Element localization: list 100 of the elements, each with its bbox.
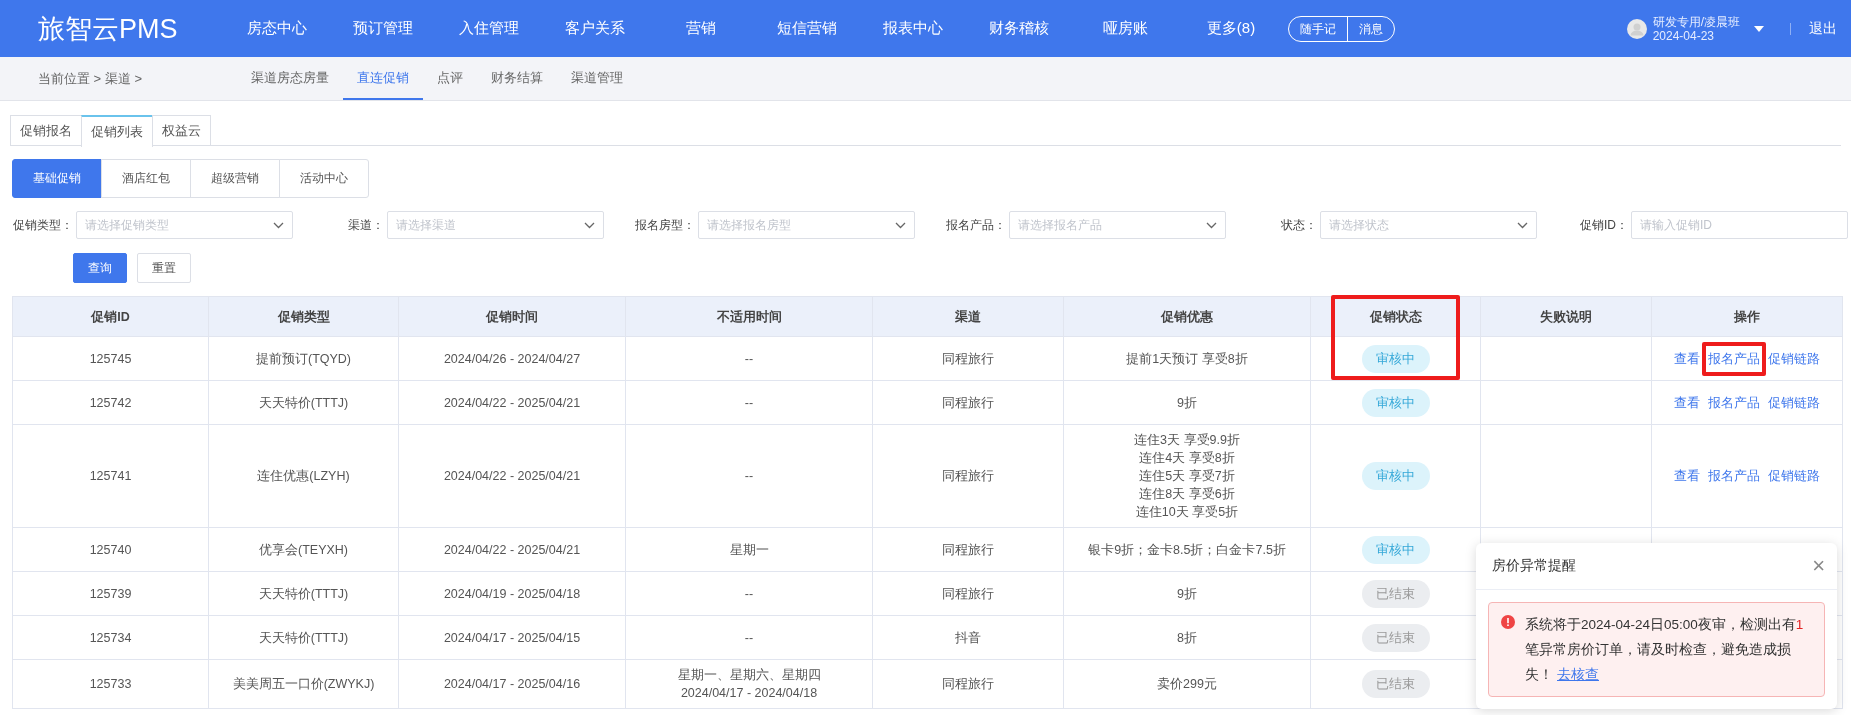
logout-link[interactable]: 退出 bbox=[1809, 19, 1837, 38]
chevron-down-icon[interactable] bbox=[1517, 221, 1528, 229]
action-link[interactable]: 查看 bbox=[1674, 349, 1700, 368]
user-date: 2024-04-23 bbox=[1652, 28, 1716, 43]
nav-item[interactable]: 预订管理 bbox=[330, 19, 436, 38]
table-cell: 美美周五一口价(ZWYKJ) bbox=[232, 677, 375, 691]
action-link[interactable]: 查看 bbox=[1674, 393, 1700, 412]
column-header: 促销ID bbox=[12, 296, 209, 337]
chevron-down-icon[interactable] bbox=[1206, 221, 1217, 229]
table-cell: 8折 bbox=[1177, 630, 1197, 645]
table-cell: 连住优惠(LZYH) bbox=[257, 469, 350, 483]
action-link[interactable]: 报名产品 bbox=[1708, 393, 1760, 412]
segment-tab[interactable]: 酒店红包 bbox=[101, 159, 191, 198]
nav-item[interactable]: 报表中心 bbox=[860, 19, 966, 38]
pill-button[interactable]: 消息 bbox=[1347, 16, 1394, 41]
nav-item[interactable]: 短信营销 bbox=[754, 19, 860, 38]
filter-label: 促销ID： bbox=[1580, 216, 1628, 234]
search-button[interactable]: 查询 bbox=[73, 253, 127, 283]
table-cell: 连住4天 享受8折 bbox=[1139, 451, 1235, 465]
alert-message: 系统将于2024-04-24日05:00夜审，检测出有1 笔异常房价订单，请及时检查，避免造成损失！ 去核查 bbox=[1525, 616, 1805, 684]
segment-tab[interactable]: 基础促销 bbox=[12, 159, 102, 198]
chevron-down-icon[interactable] bbox=[584, 221, 595, 229]
check-link[interactable]: 去核查 bbox=[1557, 667, 1599, 682]
table-cell: 125739 bbox=[89, 586, 132, 601]
table-cell: 2024/04/17 - 2024/04/18 bbox=[680, 686, 818, 700]
pill-button[interactable]: 随手记 bbox=[1289, 16, 1347, 41]
table-cell: 星期一 bbox=[729, 542, 769, 557]
column-header: 促销类型 bbox=[208, 296, 399, 337]
close-button[interactable]: × bbox=[1812, 555, 1825, 577]
chevron-down-icon[interactable] bbox=[273, 221, 284, 229]
action-link[interactable]: 报名产品 bbox=[1702, 341, 1766, 376]
filter-label: 报名房型： bbox=[635, 216, 695, 234]
chevron-down-icon[interactable] bbox=[895, 221, 906, 229]
table-cell: 连住8天 享受6折 bbox=[1139, 487, 1235, 501]
nav-item[interactable]: 财务稽核 bbox=[966, 19, 1072, 38]
filter-label: 促销类型： bbox=[13, 216, 73, 234]
filter-label: 状态： bbox=[1281, 216, 1317, 234]
table-cell: 提前预订(TQYD) bbox=[255, 351, 352, 366]
avatar-icon[interactable] bbox=[1626, 18, 1647, 39]
nav-item[interactable]: 哑房账 bbox=[1072, 19, 1178, 38]
table-cell: 同程旅行 bbox=[942, 677, 994, 691]
segment-tab[interactable]: 活动中心 bbox=[279, 159, 369, 198]
table-cell: 125742 bbox=[89, 395, 132, 410]
channel-tab[interactable]: 财务结算 bbox=[477, 57, 557, 100]
status-badge: 已结束 bbox=[1361, 579, 1430, 608]
table-cell: 抖音 bbox=[955, 630, 981, 645]
reset-button[interactable]: 重置 bbox=[137, 253, 191, 283]
page-tab[interactable]: 促销报名 bbox=[10, 115, 82, 145]
nav-item[interactable]: 入住管理 bbox=[436, 19, 542, 38]
filter-label: 报名产品： bbox=[946, 216, 1006, 234]
table-cell: -- bbox=[744, 469, 754, 483]
page-tab[interactable]: 促销列表 bbox=[81, 115, 153, 147]
caret-icon[interactable] bbox=[1754, 25, 1764, 32]
action-link[interactable]: 促销链路 bbox=[1768, 467, 1820, 485]
action-link[interactable]: 促销链路 bbox=[1768, 393, 1820, 412]
table-cell: 125740 bbox=[89, 542, 132, 557]
table-cell: 9折 bbox=[1177, 395, 1197, 410]
action-link[interactable]: 报名产品 bbox=[1708, 467, 1760, 485]
table-cell: 优享会(TEYXH) bbox=[259, 542, 348, 557]
nav-item[interactable]: 营销 bbox=[648, 19, 754, 38]
table-cell: 2024/04/19 - 2025/04/18 bbox=[443, 586, 581, 601]
table-cell: 同程旅行 bbox=[942, 586, 994, 601]
table-cell: -- bbox=[744, 586, 754, 601]
table-cell: 天天特价(TTTJ) bbox=[258, 395, 349, 410]
table-cell: 125745 bbox=[89, 351, 132, 366]
table-cell: 星期一、星期六、星期四 bbox=[677, 668, 821, 682]
table-cell: 天天特价(TTTJ) bbox=[258, 630, 349, 645]
channel-tab[interactable]: 点评 bbox=[423, 57, 477, 100]
table-cell: 天天特价(TTTJ) bbox=[258, 586, 349, 601]
column-header: 渠道 bbox=[872, 296, 1064, 337]
table-cell: -- bbox=[744, 630, 754, 645]
table-cell: 同程旅行 bbox=[942, 542, 994, 557]
column-header: 操作 bbox=[1651, 296, 1843, 337]
table-cell: 125733 bbox=[89, 677, 132, 691]
status-badge: 审核中 bbox=[1361, 388, 1430, 417]
user-name: 研发专用/凌晨班 bbox=[1652, 14, 1740, 29]
table-cell: 连住3天 享受9.9折 bbox=[1134, 433, 1240, 447]
channel-tab[interactable]: 直连促销 bbox=[343, 57, 423, 100]
status-badge: 审核中 bbox=[1361, 344, 1430, 373]
table-cell: 2024/04/26 - 2024/04/27 bbox=[443, 351, 581, 366]
nav-item[interactable]: 房态中心 bbox=[224, 19, 330, 38]
table-cell: 2024/04/22 - 2025/04/21 bbox=[443, 469, 581, 483]
action-link[interactable]: 查看 bbox=[1674, 467, 1700, 485]
table-cell: 卖价299元 bbox=[1157, 677, 1217, 691]
segment-tab[interactable]: 超级营销 bbox=[190, 159, 280, 198]
nav-item[interactable]: 客户关系 bbox=[542, 19, 648, 38]
table-cell: 2024/04/17 - 2025/04/15 bbox=[443, 630, 581, 645]
channel-tab[interactable]: 渠道房态房量 bbox=[237, 57, 343, 100]
table-cell: 125734 bbox=[89, 630, 132, 645]
table-cell: 125741 bbox=[89, 469, 132, 483]
page-tab[interactable]: 权益云 bbox=[152, 115, 211, 145]
nav-item[interactable]: 更多(8) bbox=[1178, 19, 1284, 38]
action-link[interactable]: 促销链路 bbox=[1768, 349, 1820, 368]
breadcrumb: 当前位置 > 渠道 > bbox=[37, 70, 144, 88]
column-header: 促销时间 bbox=[398, 296, 626, 337]
channel-tab[interactable]: 渠道管理 bbox=[557, 57, 637, 100]
status-badge: 已结束 bbox=[1361, 623, 1430, 652]
table-cell: 2024/04/22 - 2025/04/21 bbox=[443, 395, 581, 410]
column-header: 不适用时间 bbox=[625, 296, 873, 337]
column-header: 促销优惠 bbox=[1063, 296, 1311, 337]
